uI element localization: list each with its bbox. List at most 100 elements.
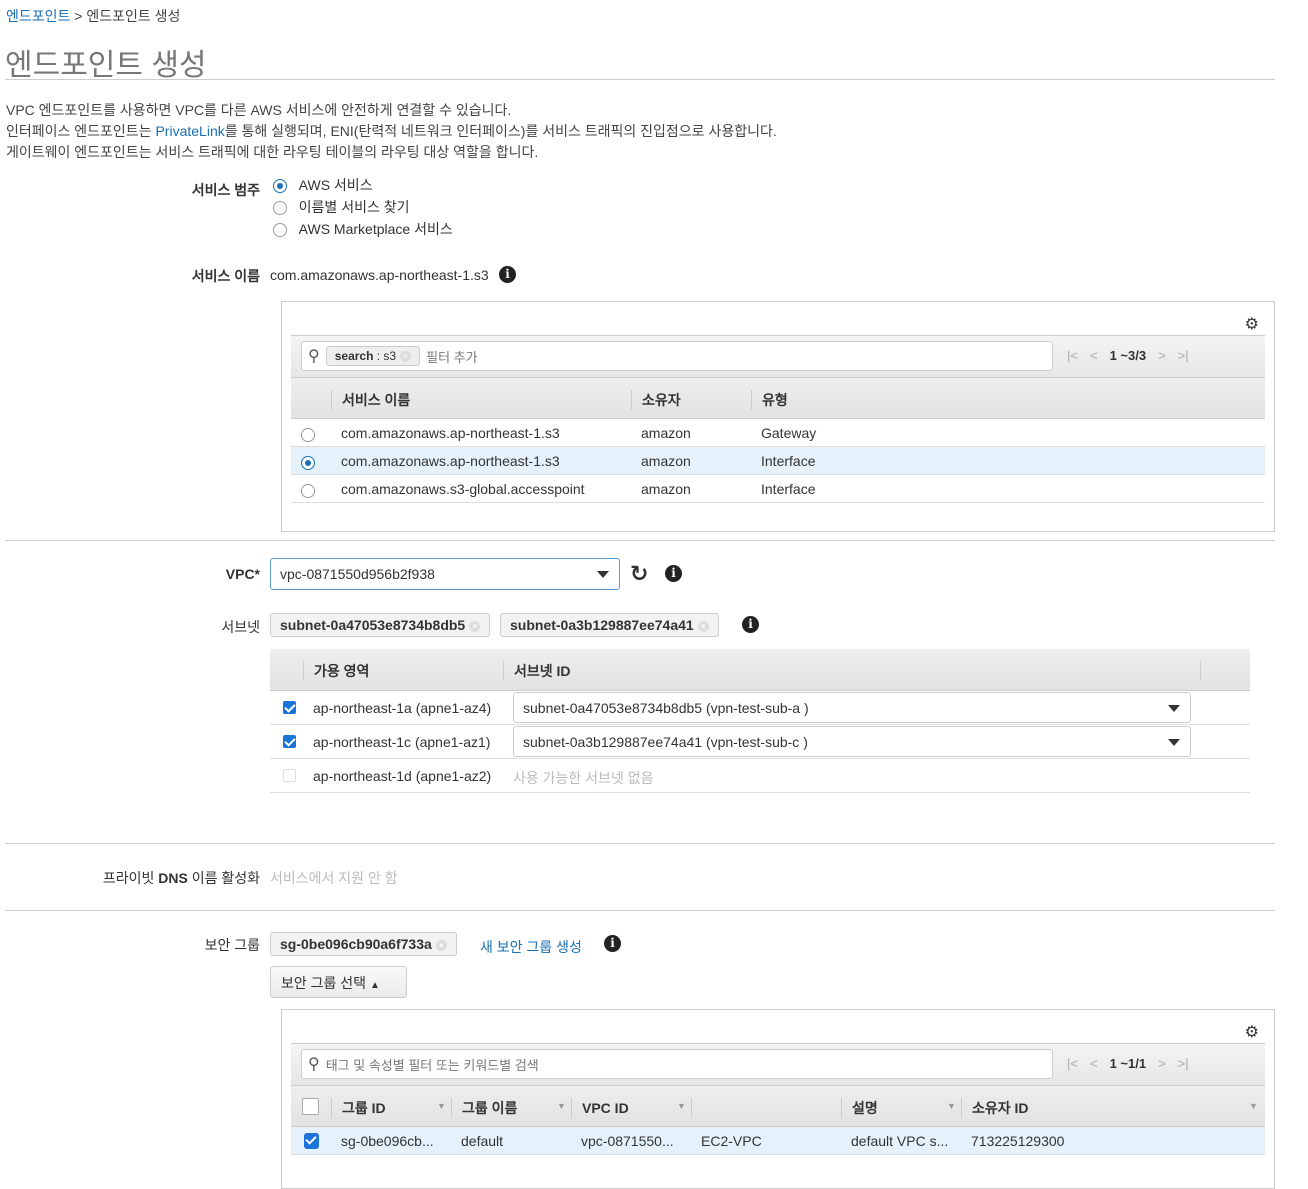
tag-text: subnet-0a47053e8734b8db5	[280, 617, 466, 633]
az-checkbox[interactable]	[283, 701, 296, 714]
info-icon[interactable]: i	[604, 935, 621, 952]
page-title: 엔드포인트 생성	[5, 49, 207, 82]
gear-icon[interactable]: ⚙	[1245, 314, 1259, 334]
chevron-down-icon	[1168, 704, 1180, 712]
sort-icon[interactable]: ▼	[947, 1101, 956, 1111]
radio-label: AWS 서비스	[298, 177, 373, 193]
subnet-select-value: subnet-0a47053e8734b8db5 (vpn-test-sub-a…	[523, 699, 809, 716]
group-name-cell: default	[461, 1133, 504, 1149]
radio-label: AWS Marketplace 서비스	[298, 221, 453, 237]
description-cell: default VPC s...	[851, 1133, 949, 1149]
table-row[interactable]: sg-0be096cb... default vpc-0871550... EC…	[291, 1127, 1265, 1155]
sg-search-input[interactable]: ⚲ 태그 및 속성별 필터 또는 키워드별 검색	[301, 1049, 1053, 1079]
breadcrumb-current: 엔드포인트 생성	[86, 8, 181, 24]
first-page-icon[interactable]: |<	[1067, 1056, 1078, 1071]
table-row[interactable]: com.amazonaws.ap-northeast-1.s3 amazon I…	[291, 447, 1265, 475]
column-header[interactable]: 소유자 ID	[961, 1098, 1029, 1118]
az-checkbox[interactable]	[283, 735, 296, 748]
row-checkbox[interactable]	[304, 1133, 319, 1149]
az-checkbox[interactable]	[283, 769, 296, 782]
radio-icon[interactable]	[273, 201, 287, 216]
column-header[interactable]	[691, 1098, 702, 1118]
info-icon[interactable]: i	[742, 616, 759, 633]
pagination: |< < 1 ~3/3 > >|	[1067, 348, 1189, 363]
column-header[interactable]: 소유자	[631, 390, 681, 410]
service-filter-input[interactable]: ⚲ search : s3 × 필터 추가	[301, 341, 1053, 371]
text: 이름 활성화	[187, 870, 260, 886]
search-placeholder: 태그 및 속성별 필터 또는 키워드별 검색	[325, 1057, 539, 1073]
create-security-group-link[interactable]: 새 보안 그룹 생성	[480, 937, 582, 957]
last-page-icon[interactable]: >|	[1178, 1056, 1189, 1071]
refresh-icon[interactable]: ↻	[630, 561, 648, 587]
vpc-select[interactable]: vpc-0871550d956b2f938	[270, 558, 620, 590]
no-subnet-text: 사용 가능한 서브넷 없음	[513, 770, 654, 786]
filter-chip[interactable]: search : s3 ×	[325, 346, 421, 366]
table-row[interactable]: com.amazonaws.ap-northeast-1.s3 amazon G…	[291, 419, 1265, 447]
service-category-label: 서비스 범주	[191, 182, 260, 198]
column-header[interactable]: 유형	[751, 390, 788, 410]
tag-text: subnet-0a3b129887ee74a41	[510, 617, 694, 633]
platform-cell: EC2-VPC	[701, 1133, 762, 1149]
remove-tag-icon[interactable]: ×	[469, 620, 481, 632]
group-id-cell: sg-0be096cb...	[341, 1133, 434, 1149]
text: 를 통해 실행되며, ENI(탄력적 네트워크 인터페이스)를 서비스 트래픽의…	[224, 123, 777, 139]
info-icon[interactable]: i	[665, 565, 682, 582]
subnet-tag: subnet-0a47053e8734b8db5 ×	[270, 613, 491, 637]
next-page-icon[interactable]: >	[1158, 1056, 1166, 1071]
sort-icon[interactable]: ▼	[1249, 1101, 1258, 1111]
table-row[interactable]: com.amazonaws.s3-global.accesspoint amaz…	[291, 475, 1265, 503]
text: DNS	[158, 870, 188, 886]
select-all-checkbox[interactable]	[302, 1098, 319, 1115]
next-page-icon[interactable]: >	[1158, 348, 1166, 363]
sort-icon[interactable]: ▼	[677, 1101, 686, 1111]
service-category-radio-group: AWS 서비스 이름별 서비스 찾기 AWS Marketplace 서비스	[273, 174, 453, 240]
column-header[interactable]: VPC ID	[571, 1098, 629, 1118]
subnet-select[interactable]: subnet-0a3b129887ee74a41 (vpn-test-sub-c…	[513, 726, 1191, 757]
row-radio[interactable]	[301, 428, 315, 443]
breadcrumb-separator: >	[74, 8, 83, 24]
prev-page-icon[interactable]: <	[1090, 1056, 1098, 1071]
privatelink-link[interactable]: PrivateLink	[155, 123, 224, 139]
row-radio[interactable]	[301, 484, 315, 499]
remove-chip-icon[interactable]: ×	[400, 351, 412, 363]
vpc-label: VPC*	[225, 566, 260, 582]
service-name-cell: com.amazonaws.ap-northeast-1.s3	[341, 425, 560, 441]
security-group-table-panel: ⚙ ⚲ 태그 및 속성별 필터 또는 키워드별 검색 |< < 1 ~1/1 > >…	[281, 1009, 1275, 1189]
radio-aws-services[interactable]: AWS 서비스	[273, 174, 453, 196]
service-name-cell: com.amazonaws.ap-northeast-1.s3	[341, 453, 560, 469]
breadcrumb-endpoints-link[interactable]: 엔드포인트	[6, 8, 70, 24]
first-page-icon[interactable]: |<	[1067, 348, 1078, 363]
az-cell: ap-northeast-1c (apne1-az1)	[313, 734, 491, 750]
private-dns-value: 서비스에서 지원 안 함	[270, 870, 398, 886]
page-range: 1 ~3/3	[1109, 348, 1147, 363]
select-security-group-button[interactable]: 보안 그룹 선택 ▲	[270, 966, 407, 998]
radio-icon[interactable]	[273, 179, 287, 194]
radio-find-by-name[interactable]: 이름별 서비스 찾기	[273, 196, 453, 218]
radio-marketplace[interactable]: AWS Marketplace 서비스	[273, 218, 453, 240]
owner-cell: amazon	[641, 425, 691, 441]
subnet-table-header: 가용 영역 서브넷 ID	[270, 649, 1250, 691]
remove-tag-icon[interactable]: ×	[435, 939, 447, 951]
service-table-toolbar: ⚲ search : s3 × 필터 추가 |< < 1 ~3/3 > >|	[291, 335, 1265, 377]
column-header[interactable]: 설명	[841, 1098, 878, 1118]
column-header[interactable]: 그룹 ID	[331, 1098, 386, 1118]
service-name-value: com.amazonaws.ap-northeast-1.s3	[270, 267, 489, 283]
subnet-select[interactable]: subnet-0a47053e8734b8db5 (vpn-test-sub-a…	[513, 692, 1191, 723]
last-page-icon[interactable]: >|	[1178, 348, 1189, 363]
sort-icon[interactable]: ▼	[557, 1101, 566, 1111]
subnet-tag: subnet-0a3b129887ee74a41 ×	[500, 613, 719, 637]
remove-tag-icon[interactable]: ×	[697, 620, 709, 632]
info-icon[interactable]: i	[499, 266, 516, 283]
column-header[interactable]: 서비스 이름	[331, 390, 410, 410]
type-cell: Interface	[761, 453, 816, 469]
radio-icon[interactable]	[273, 223, 287, 238]
column-header[interactable]: 그룹 이름	[451, 1098, 517, 1118]
sort-icon[interactable]: ▼	[437, 1101, 446, 1111]
radio-label: 이름별 서비스 찾기	[298, 199, 410, 215]
prev-page-icon[interactable]: <	[1090, 348, 1098, 363]
chip-value: : s3	[376, 349, 397, 363]
sg-table-header: 그룹 ID ▼ 그룹 이름 ▼ VPC ID ▼ 설명 ▼ 소유자 ID ▼	[291, 1085, 1265, 1127]
row-radio[interactable]	[301, 456, 315, 471]
table-row: ap-northeast-1c (apne1-az1) subnet-0a3b1…	[270, 725, 1250, 759]
gear-icon[interactable]: ⚙	[1245, 1022, 1259, 1042]
